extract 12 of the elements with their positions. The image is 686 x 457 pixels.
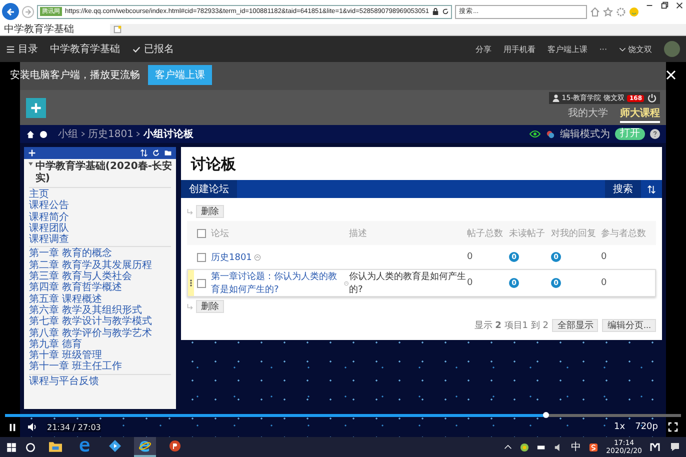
item-count-text: 显示 2 项目1 到 2: [474, 320, 548, 332]
table-cell: 0: [467, 278, 473, 288]
playback-time: 21:34 / 27:03: [47, 422, 101, 432]
edit-mode-label: 编辑模式为: [560, 128, 610, 141]
page-title: 讨论板: [190, 154, 237, 175]
banner-text: 安装电脑客户端，播放更流畅: [10, 68, 140, 82]
table-cell: 0: [467, 252, 473, 262]
table-cell: 0: [601, 252, 607, 262]
enrolled-status: 已报名: [132, 42, 174, 56]
course-title: 中学教育学基础: [50, 42, 120, 56]
table-cell: 0: [601, 278, 607, 288]
table-cell: 你认为人类的教育是如何产生的?: [349, 270, 467, 296]
